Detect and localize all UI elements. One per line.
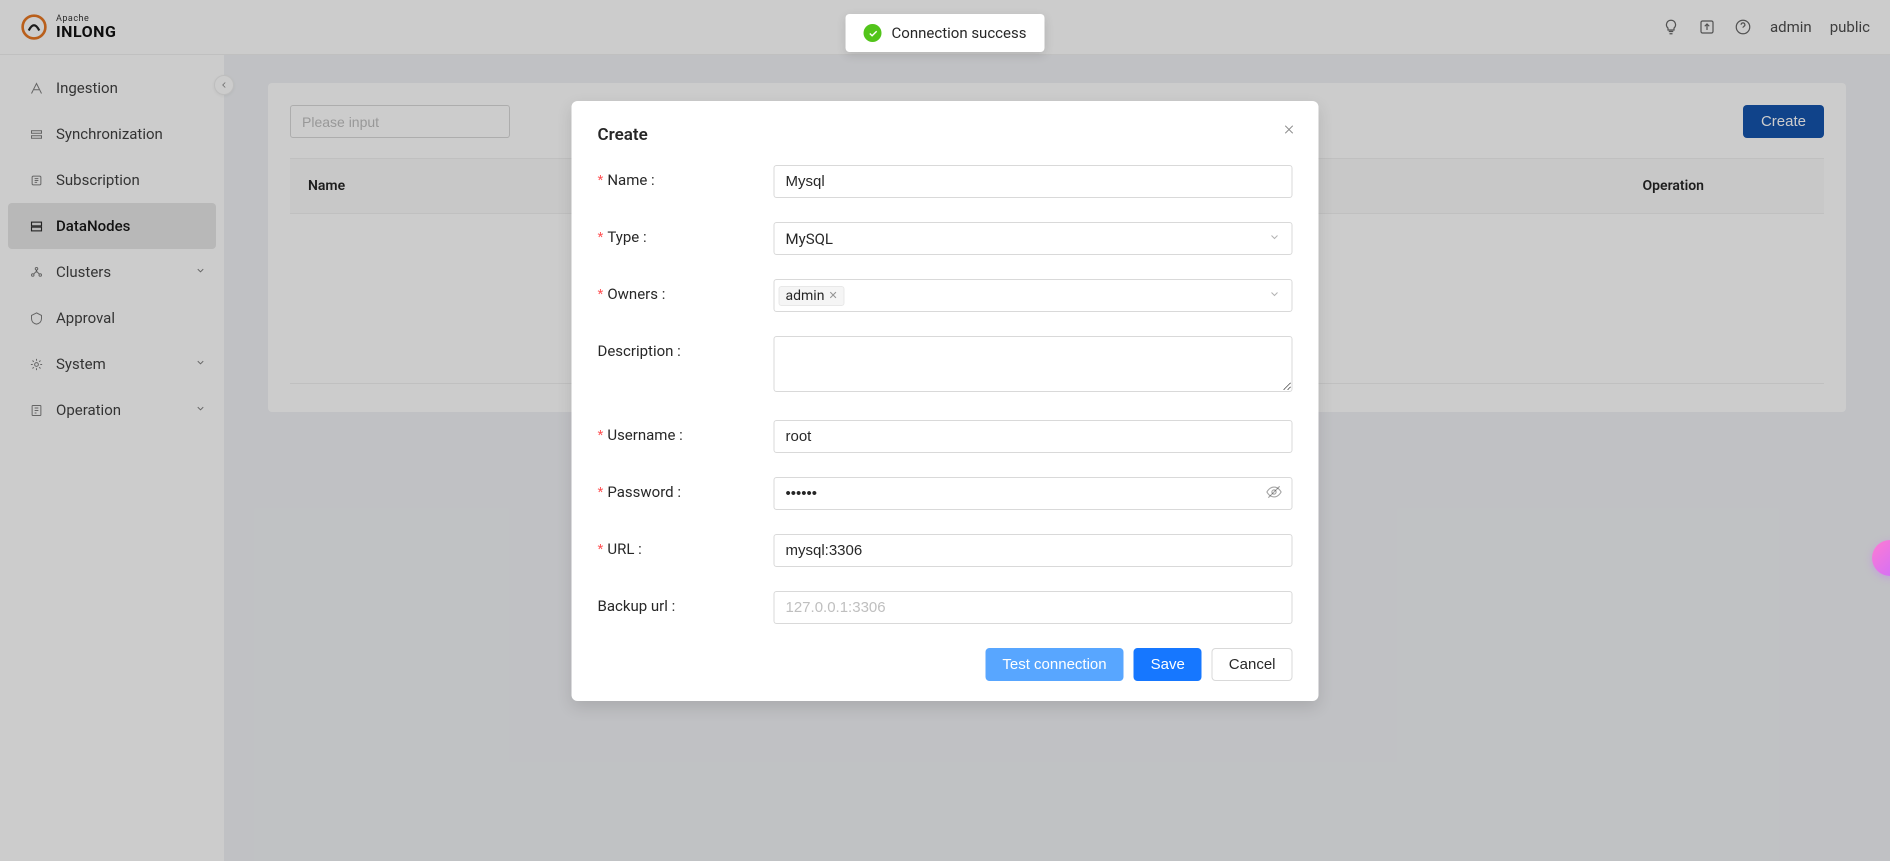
backup-url-input[interactable] xyxy=(774,591,1293,624)
form-label-name: *Name : xyxy=(598,165,774,189)
cancel-button[interactable]: Cancel xyxy=(1212,648,1293,681)
form-row-backup-url: Backup url : xyxy=(598,591,1293,624)
form-label-owners: *Owners : xyxy=(598,279,774,303)
password-input[interactable] xyxy=(774,477,1293,510)
eye-off-icon[interactable] xyxy=(1266,483,1283,504)
form-label-username: *Username : xyxy=(598,420,774,444)
test-connection-button[interactable]: Test connection xyxy=(985,648,1123,681)
toast-success: Connection success xyxy=(846,14,1045,52)
url-input[interactable] xyxy=(774,534,1293,567)
owner-tag-label: admin xyxy=(786,288,825,304)
form-row-name: *Name : xyxy=(598,165,1293,198)
name-input[interactable] xyxy=(774,165,1293,198)
check-circle-icon xyxy=(864,24,882,42)
description-textarea[interactable] xyxy=(774,336,1293,392)
form-row-description: Description : xyxy=(598,336,1293,396)
save-button[interactable]: Save xyxy=(1134,648,1202,681)
type-select[interactable]: MySQL xyxy=(774,222,1293,255)
form-row-url: *URL : xyxy=(598,534,1293,567)
chevron-down-icon xyxy=(1269,231,1281,246)
form-row-owners: *Owners : admin ✕ xyxy=(598,279,1293,312)
form-label-url: *URL : xyxy=(598,534,774,558)
form-row-username: *Username : xyxy=(598,420,1293,453)
modal-title: Create xyxy=(598,125,1293,145)
form-label-backup-url: Backup url : xyxy=(598,591,774,615)
close-button[interactable] xyxy=(1279,119,1299,139)
owner-tag: admin ✕ xyxy=(779,286,845,306)
username-input[interactable] xyxy=(774,420,1293,453)
modal-footer: Test connection Save Cancel xyxy=(598,648,1293,681)
form-label-password: *Password : xyxy=(598,477,774,501)
form-row-type: *Type : MySQL xyxy=(598,222,1293,255)
owners-select[interactable]: admin ✕ xyxy=(774,279,1293,312)
form-label-description: Description : xyxy=(598,336,774,360)
type-select-value: MySQL xyxy=(786,230,834,248)
form-row-password: *Password : xyxy=(598,477,1293,510)
toast-message: Connection success xyxy=(892,24,1027,42)
chevron-down-icon xyxy=(1269,288,1281,303)
tag-remove-icon[interactable]: ✕ xyxy=(828,289,837,302)
form-label-type: *Type : xyxy=(598,222,774,246)
create-modal: Create *Name : *Type : MySQL *Owners : a… xyxy=(572,101,1319,701)
